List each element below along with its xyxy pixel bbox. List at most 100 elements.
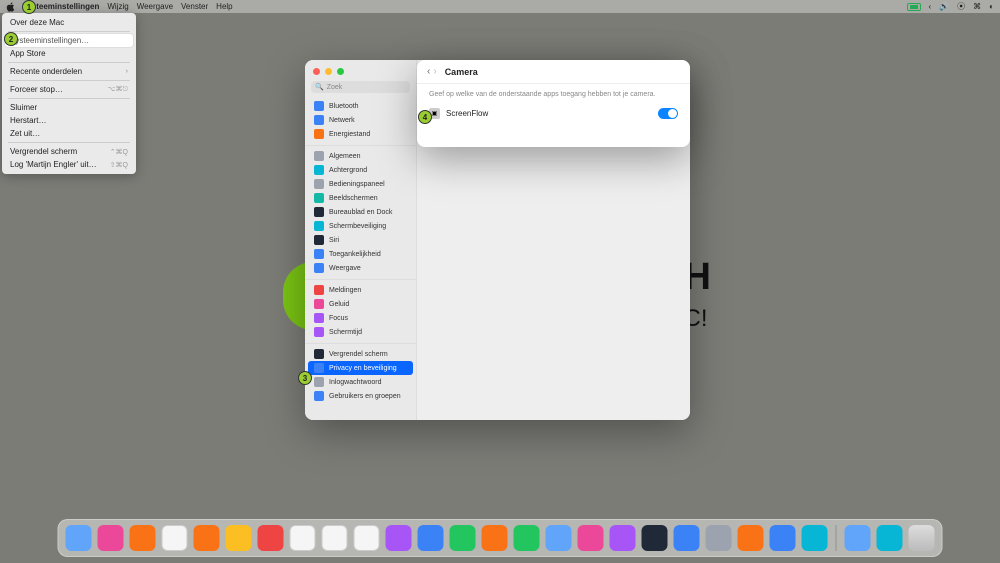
menu-system-settings[interactable]: Systeeminstellingen… [5, 34, 133, 47]
dock-app-14[interactable] [514, 525, 540, 551]
sidebar-item-gebruikers-en-groepen[interactable]: Gebruikers en groepen [308, 389, 413, 403]
sidebar-item-bedieningspaneel[interactable]: Bedieningspaneel [308, 177, 413, 191]
dock-app-8[interactable] [322, 525, 348, 551]
wifi-icon[interactable]: ⦿ [957, 1, 965, 12]
dock-folder-0[interactable] [845, 525, 871, 551]
menu-about[interactable]: Over deze Mac [2, 16, 136, 29]
sidebar-item-schermtijd[interactable]: Schermtijd [308, 325, 413, 339]
dock-app-16[interactable] [578, 525, 604, 551]
dock-app-9[interactable] [354, 525, 380, 551]
control-center-icon[interactable]: ⌘ [973, 2, 981, 11]
sidebar-item-netwerk[interactable]: Netwerk [308, 113, 413, 127]
sidebar-item-meldingen[interactable]: Meldingen [308, 283, 413, 297]
menu-recent[interactable]: Recente onderdelen› [2, 65, 136, 78]
dock-app-17[interactable] [610, 525, 636, 551]
sidebar-item-label: Achtergrond [329, 167, 367, 174]
minimize-button[interactable] [325, 68, 332, 75]
search-input[interactable]: 🔍Zoek [311, 81, 410, 93]
sidebar-item-schermbeveiliging[interactable]: Schermbeveiliging [308, 219, 413, 233]
menubar-item-view[interactable]: Weergave [137, 2, 173, 11]
window-controls [305, 60, 416, 79]
sidebar-item-icon [314, 299, 324, 309]
sidebar-item-achtergrond[interactable]: Achtergrond [308, 163, 413, 177]
sidebar-item-bluetooth[interactable]: Bluetooth [308, 99, 413, 113]
menu-force-quit[interactable]: Forceer stop…⌥⌘⎋ [2, 83, 136, 96]
sidebar-item-bureaublad-en-dock[interactable]: Bureaublad en Dock [308, 205, 413, 219]
sidebar-item-weergave[interactable]: Weergave [308, 261, 413, 275]
dock-app-6[interactable] [258, 525, 284, 551]
sidebar-item-focus[interactable]: Focus [308, 311, 413, 325]
sidebar-item-icon [314, 349, 324, 359]
menu-appstore[interactable]: App Store [2, 47, 136, 60]
menubar-item-window[interactable]: Venster [181, 2, 208, 11]
sidebar-item-icon [314, 221, 324, 231]
menu-restart[interactable]: Herstart… [2, 114, 136, 127]
menubar-item-help[interactable]: Help [216, 2, 232, 11]
dock-app-11[interactable] [418, 525, 444, 551]
sidebar-item-label: Siri [329, 237, 339, 244]
menubar-item-edit[interactable]: Wijzig [107, 2, 128, 11]
sidebar-item-label: Focus [329, 315, 348, 322]
sidebar-item-inlogwachtwoord[interactable]: Inlogwachtwoord [308, 375, 413, 389]
apple-icon[interactable] [6, 2, 16, 12]
sidebar-item-label: Weergave [329, 265, 361, 272]
dock-app-18[interactable] [642, 525, 668, 551]
dock-app-21[interactable] [738, 525, 764, 551]
dock-app-22[interactable] [770, 525, 796, 551]
sidebar-item-geluid[interactable]: Geluid [308, 297, 413, 311]
dock-app-19[interactable] [674, 525, 700, 551]
sidebar-item-icon [314, 207, 324, 217]
dock [58, 519, 943, 557]
sidebar-item-label: Energiestand [329, 131, 370, 138]
zoom-button[interactable] [337, 68, 344, 75]
step-badge-2: 2 [4, 32, 18, 46]
back-icon[interactable]: ‹ [929, 2, 932, 11]
dock-app-0[interactable] [66, 525, 92, 551]
sidebar-item-label: Netwerk [329, 117, 355, 124]
step-badge-4: 4 [418, 110, 432, 124]
sidebar-item-algemeen[interactable]: Algemeen [308, 149, 413, 163]
sidebar-item-privacy-en-beveiliging[interactable]: Privacy en beveiliging [308, 361, 413, 375]
dock-app-23[interactable] [802, 525, 828, 551]
speaker-icon[interactable]: 🔊 [939, 2, 949, 11]
dock-app-20[interactable] [706, 525, 732, 551]
sidebar-item-icon [314, 249, 324, 259]
dock-folder-1[interactable] [877, 525, 903, 551]
sidebar-item-siri[interactable]: Siri [308, 233, 413, 247]
sidebar-item-label: Inlogwachtwoord [329, 379, 382, 386]
dock-app-4[interactable] [194, 525, 220, 551]
menu-lock-screen[interactable]: Vergrendel scherm⌃⌘Q [2, 145, 136, 158]
sidebar-item-icon [314, 179, 324, 189]
dock-app-12[interactable] [450, 525, 476, 551]
sidebar-item-icon [314, 285, 324, 295]
dock-app-2[interactable] [130, 525, 156, 551]
close-button[interactable] [313, 68, 320, 75]
permission-toggle[interactable] [658, 108, 678, 119]
sidebar-item-icon [314, 129, 324, 139]
menu-shutdown[interactable]: Zet uit… [2, 127, 136, 140]
sidebar-item-label: Vergrendel scherm [329, 351, 388, 358]
sidebar-item-energiestand[interactable]: Energiestand [308, 127, 413, 141]
sidebar-item-icon [314, 327, 324, 337]
sidebar-item-toegankelijkheid[interactable]: Toegankelijkheid [308, 247, 413, 261]
sidebar-item-label: Schermtijd [329, 329, 362, 336]
sidebar-item-vergrendel-scherm[interactable]: Vergrendel scherm [308, 347, 413, 361]
sidebar-item-beeldschermen[interactable]: Beeldschermen [308, 191, 413, 205]
dock-app-13[interactable] [482, 525, 508, 551]
dock-app-10[interactable] [386, 525, 412, 551]
menu-sleep[interactable]: Sluimer [2, 101, 136, 114]
trash-icon[interactable] [909, 525, 935, 551]
sidebar-item-icon [314, 151, 324, 161]
dock-app-15[interactable] [546, 525, 572, 551]
menu-logout[interactable]: Log 'Martijn Engler' uit…⇧⌘Q [2, 158, 136, 171]
dock-app-3[interactable] [162, 525, 188, 551]
sidebar-item-icon [314, 115, 324, 125]
sidebar-item-icon [314, 101, 324, 111]
dock-app-7[interactable] [290, 525, 316, 551]
battery-icon[interactable] [907, 3, 921, 11]
forward-button[interactable]: › [433, 66, 436, 77]
dock-app-5[interactable] [226, 525, 252, 551]
spotlight-icon[interactable]: ◐ [989, 2, 994, 11]
dock-app-1[interactable] [98, 525, 124, 551]
back-button[interactable]: ‹ [427, 66, 430, 77]
